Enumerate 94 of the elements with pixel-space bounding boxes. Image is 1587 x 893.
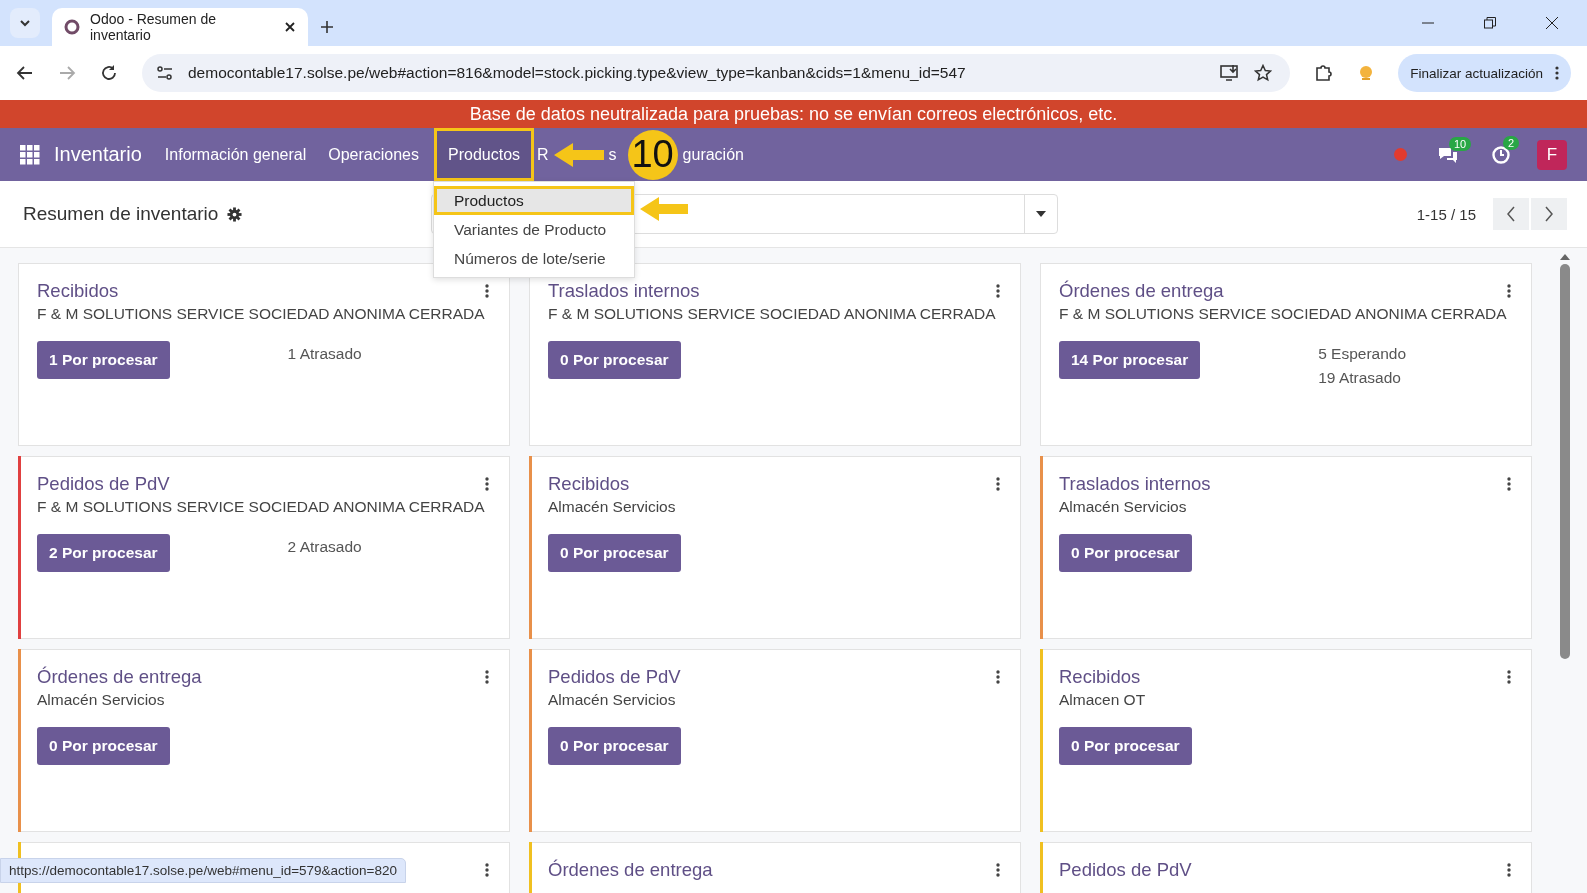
more-icon[interactable]: [485, 670, 489, 684]
card-title[interactable]: Pedidos de PdV: [548, 666, 681, 688]
nav-menu-item[interactable]: guración: [679, 128, 747, 181]
card-title[interactable]: Órdenes de entrega: [548, 859, 713, 881]
card-subtitle: Almacén Servicios: [548, 498, 677, 516]
caret-icon: [1036, 211, 1047, 217]
status-link[interactable]: 2 Atrasado: [287, 538, 362, 556]
more-icon[interactable]: [485, 477, 489, 491]
restore-icon[interactable]: [1483, 16, 1497, 30]
card-subtitle: Almacén Servicios: [548, 691, 677, 709]
card-title[interactable]: Recibidos: [548, 473, 630, 495]
pager-text: 1-15 / 15: [1416, 205, 1476, 223]
address-bar[interactable]: democontable17.solse.pe/web#action=816&model=stock.picking.type&view_type=kanban&cids=1&menu_id=547: [142, 54, 1291, 92]
dropdown-item[interactable]: Números de lote/serie: [434, 244, 634, 273]
count-badge: 10: [1449, 136, 1472, 151]
nav-menu-item[interactable]: Productos: [434, 128, 535, 181]
dropdown-item[interactable]: Variantes de Producto: [434, 215, 634, 244]
install-icon[interactable]: [1220, 64, 1241, 82]
more-icon[interactable]: [1555, 65, 1559, 81]
card-title[interactable]: Recibidos: [37, 280, 119, 302]
dropdown-item[interactable]: Productos: [434, 186, 634, 215]
scroll-up-icon[interactable]: [1559, 254, 1570, 260]
to-process-button[interactable]: 0 Por procesar: [548, 727, 681, 765]
back-icon[interactable]: [16, 65, 34, 81]
chevron-left-icon: [1506, 206, 1516, 222]
close-icon[interactable]: [284, 21, 296, 33]
more-icon[interactable]: [1507, 863, 1511, 877]
step-number: 10: [627, 129, 678, 180]
to-process-button[interactable]: 2 Por procesar: [37, 534, 170, 572]
to-process-button[interactable]: 14 Por procesar: [1059, 341, 1201, 379]
more-icon[interactable]: [996, 670, 1000, 684]
card-title[interactable]: Traslados internos: [548, 280, 700, 302]
to-process-button[interactable]: 0 Por procesar: [1059, 534, 1192, 572]
card-subtitle: F & M SOLUTIONS SERVICE SOCIEDAD ANONIMA CERRADA: [37, 498, 486, 516]
card-subtitle: Almacén Servicios: [1059, 498, 1188, 516]
card-title[interactable]: Pedidos de PdV: [37, 473, 170, 495]
card-subtitle: F & M SOLUTIONS SERVICE SOCIEDAD ANONIMA CERRADA: [548, 305, 997, 323]
card-title[interactable]: Recibidos: [1059, 666, 1141, 688]
update-button[interactable]: Finalizar actualización: [1398, 54, 1571, 92]
to-process-button[interactable]: 0 Por procesar: [37, 727, 170, 765]
scrollbar[interactable]: [1558, 254, 1571, 659]
status-link[interactable]: 5 Esperando: [1318, 345, 1407, 363]
page-title: Resumen de inventario: [23, 203, 219, 225]
to-process-button[interactable]: 0 Por procesar: [1059, 727, 1192, 765]
arrow-icon: [640, 196, 688, 222]
more-icon[interactable]: [485, 863, 489, 877]
nav-menu-item[interactable]: s: [605, 128, 620, 181]
card-title[interactable]: Pedidos de PdV: [1059, 859, 1192, 881]
previous-page-button[interactable]: [1493, 198, 1529, 230]
browser-tab[interactable]: Odoo - Resumen de inventario: [52, 8, 308, 46]
next-page-button[interactable]: [1531, 198, 1567, 230]
card-title[interactable]: Órdenes de entrega: [1059, 280, 1224, 302]
warning-banner: Base de datos neutralizada para pruebas: no se envían correos electrónicos, etc.: [0, 100, 1587, 128]
card-subtitle: Almacen OT: [1059, 691, 1147, 709]
settings-icon[interactable]: [227, 206, 243, 222]
card-subtitle: Almacén Servicios: [37, 691, 166, 709]
new-tab-icon[interactable]: [320, 20, 334, 34]
status-link[interactable]: 19 Atrasado: [1318, 369, 1407, 387]
card-subtitle: F & M SOLUTIONS SERVICE SOCIEDAD ANONIMA CERRADA: [37, 305, 486, 323]
status-url: https://democontable17.solse.pe/web#menu_id=579&action=820: [0, 858, 407, 883]
card-title[interactable]: Órdenes de entrega: [37, 666, 202, 688]
app-name[interactable]: Inventario: [54, 143, 142, 166]
nav-menu-item[interactable]: Operaciones: [317, 128, 430, 181]
odoo-ring-icon: [64, 19, 80, 35]
tab-title: Odoo - Resumen de inventario: [90, 11, 218, 43]
status-link[interactable]: 1 Atrasado: [287, 345, 362, 363]
more-icon[interactable]: [996, 477, 1000, 491]
apps-menu-icon[interactable]: [20, 144, 40, 165]
to-process-button[interactable]: 0 Por procesar: [548, 534, 681, 572]
status-dot: [1394, 148, 1407, 161]
more-icon[interactable]: [996, 284, 1000, 298]
close-icon[interactable]: [1545, 16, 1559, 30]
nav-menu-item[interactable]: R: [534, 128, 552, 181]
to-process-button[interactable]: 1 Por procesar: [37, 341, 170, 379]
card-subtitle: F & M SOLUTIONS SERVICE SOCIEDAD ANONIMA CERRADA: [1059, 305, 1508, 323]
more-icon[interactable]: [1507, 477, 1511, 491]
site-settings-icon[interactable]: [156, 65, 174, 81]
count-badge: 2: [1503, 135, 1520, 150]
more-icon[interactable]: [996, 863, 1000, 877]
url-text: democontable17.solse.pe/web#action=816&model=stock.picking.type&view_type=kanban&cids=1&menu_id=547: [188, 64, 966, 82]
extensions-icon[interactable]: [1314, 63, 1335, 83]
more-icon[interactable]: [1507, 284, 1511, 298]
tab-list-button[interactable]: [10, 8, 40, 38]
user-avatar[interactable]: F: [1537, 139, 1567, 170]
card-title[interactable]: Traslados internos: [1059, 473, 1211, 495]
more-icon[interactable]: [1507, 670, 1511, 684]
reload-icon[interactable]: [100, 64, 118, 82]
nav-menu-item[interactable]: Información general: [153, 128, 318, 181]
to-process-button[interactable]: 0 Por procesar: [548, 341, 681, 379]
star-icon[interactable]: [1254, 64, 1273, 82]
more-icon[interactable]: [485, 284, 489, 298]
arrow-icon: [553, 141, 604, 168]
chevron-down-icon: [19, 19, 31, 27]
chevron-right-icon: [1544, 206, 1554, 222]
